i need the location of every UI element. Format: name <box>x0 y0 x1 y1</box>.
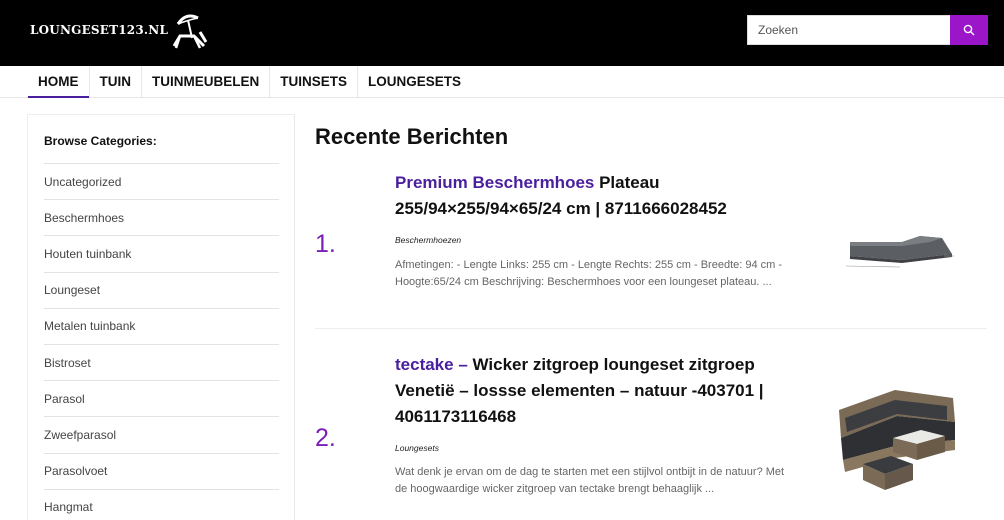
post-title-highlight[interactable]: tectake – <box>395 355 468 374</box>
search-button[interactable] <box>950 15 988 45</box>
page-title: Recente Berichten <box>315 124 509 149</box>
search-icon <box>963 24 975 36</box>
category-link[interactable]: Uncategorized <box>44 163 279 199</box>
category-link[interactable]: Parasol <box>44 380 279 416</box>
nav-item-loungesets[interactable]: LOUNGESETS <box>358 66 471 97</box>
post-item: 2. tectake – Wicker zitgroep loungeset z… <box>315 352 987 520</box>
post-title[interactable]: Premium Beschermhoes Plateau 255/94×255/… <box>395 170 795 222</box>
nav-item-tuinmeubelen[interactable]: TUINMEUBELEN <box>142 66 271 97</box>
post-category[interactable]: Beschermhoezen <box>395 235 461 245</box>
category-link[interactable]: Beschermhoes <box>44 199 279 235</box>
post-excerpt: Wat denk je ervan om de dag te starten m… <box>395 466 785 495</box>
category-link[interactable]: Bistroset <box>44 343 279 380</box>
category-link[interactable]: Zweefparasol <box>44 416 279 452</box>
category-link[interactable]: Hangmat <box>44 488 279 520</box>
sidebar-heading: Browse Categories: <box>44 134 157 148</box>
search-form <box>747 15 988 45</box>
main-nav: HOME TUIN TUINMEUBELEN TUINSETS LOUNGESE… <box>0 66 1004 98</box>
category-list: Uncategorized Beschermhoes Houten tuinba… <box>44 163 279 520</box>
category-link[interactable]: Loungeset <box>44 271 279 308</box>
post-title[interactable]: tectake – Wicker zitgroep loungeset zitg… <box>395 352 795 430</box>
nav-item-tuinsets[interactable]: TUINSETS <box>270 66 359 97</box>
site-logo[interactable]: LOUNGESET123.NL <box>30 8 210 52</box>
post-excerpt: Afmetingen: - Lengte Links: 255 cm - Len… <box>395 259 783 288</box>
post-number: 2. <box>315 424 336 452</box>
post-number: 1. <box>315 230 336 258</box>
corner-cover-icon[interactable] <box>840 230 955 270</box>
category-link[interactable]: Parasolvoet <box>44 452 279 489</box>
nav-item-tuin[interactable]: TUIN <box>90 66 142 97</box>
category-link[interactable]: Houten tuinbank <box>44 235 279 271</box>
post-item: 1. Premium Beschermhoes Plateau 255/94×2… <box>315 170 987 320</box>
post-title-highlight[interactable]: Premium Beschermhoes <box>395 173 594 192</box>
sidebar: Browse Categories: Uncategorized Bescher… <box>27 114 295 520</box>
post-category[interactable]: Loungesets <box>395 443 439 453</box>
post-divider <box>315 328 987 329</box>
nav-item-home[interactable]: HOME <box>28 66 90 98</box>
site-header: LOUNGESET123.NL <box>0 0 1004 66</box>
wicker-lounge-set-icon[interactable] <box>835 380 960 495</box>
search-input[interactable] <box>747 15 950 45</box>
lounge-chair-umbrella-icon <box>172 14 208 49</box>
logo-text: LOUNGESET123.NL <box>30 23 169 37</box>
category-link[interactable]: Metalen tuinbank <box>44 307 279 344</box>
